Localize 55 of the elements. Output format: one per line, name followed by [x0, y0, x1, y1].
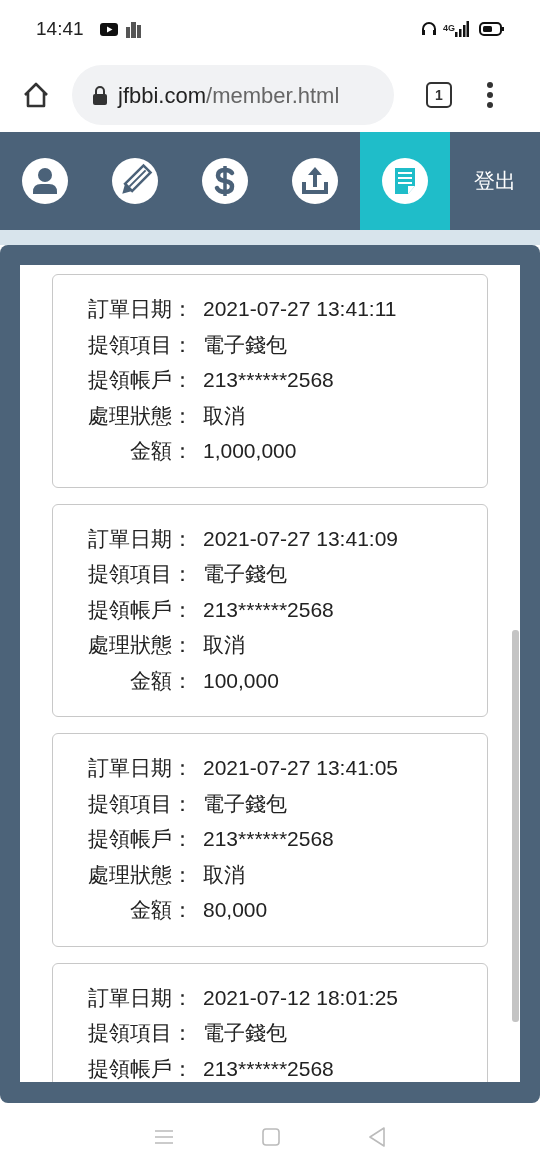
field-value: 電子錢包 [203, 790, 287, 817]
field-label: 金額： [129, 667, 193, 694]
field-value: 2021-07-12 18:01:25 [203, 984, 398, 1011]
buildings-icon [124, 20, 142, 38]
field-label: 處理狀態： [87, 861, 193, 888]
lock-icon [92, 85, 108, 105]
field-label: 處理狀態： [87, 402, 193, 429]
pencil-icon [112, 158, 158, 204]
field-label: 提領帳戶： [87, 367, 193, 393]
field-value: 2021-07-27 13:41:11 [203, 296, 397, 322]
field-value: 取消 [203, 632, 245, 658]
field-label: 提領項目： [87, 1020, 193, 1046]
field-value: 80,000 [203, 897, 268, 923]
logout-link[interactable]: 登出 [450, 132, 540, 230]
headset-icon [421, 21, 437, 37]
field-label: 提領項目： [87, 561, 193, 587]
home-icon[interactable] [22, 81, 50, 109]
field-label: 金額： [129, 438, 193, 464]
upload-icon [292, 158, 338, 204]
more-menu-icon[interactable] [486, 81, 494, 109]
field-value: 電子錢包 [203, 1020, 287, 1046]
field-value: 1,000,000 [203, 438, 297, 464]
field-value: 電子錢包 [203, 561, 287, 587]
field-label: 訂單日期： [87, 755, 193, 781]
status-time: 14:41 [36, 16, 84, 41]
field-value: 2021-07-27 13:41:05 [203, 755, 398, 781]
battery-icon [479, 22, 504, 36]
url-text: jfbbi.com/member.html [118, 81, 340, 110]
field-value: 213******2568 [203, 367, 334, 393]
field-value: 213******2568 [203, 826, 334, 852]
field-value: 213******2568 [203, 1055, 334, 1082]
field-label: 訂單日期： [87, 296, 193, 322]
network-type: 4G [443, 22, 455, 36]
field-label: 提領帳戶： [87, 596, 193, 623]
address-bar[interactable]: jfbbi.com/member.html [72, 65, 394, 125]
field-label: 金額： [129, 897, 193, 923]
field-label: 訂單日期： [87, 525, 193, 552]
signal-icon [455, 21, 469, 37]
field-label: 提領項目： [87, 790, 193, 817]
document-icon [382, 158, 428, 204]
field-value: 電子錢包 [203, 331, 287, 358]
field-label: 處理狀態： [87, 632, 193, 658]
dollar-icon [202, 158, 248, 204]
field-value: 213******2568 [203, 596, 334, 623]
field-value: 取消 [203, 402, 245, 429]
field-label: 訂單日期： [87, 984, 193, 1011]
field-value: 100,000 [203, 667, 279, 694]
video-play-icon [99, 22, 118, 36]
field-label: 提領帳戶： [87, 826, 193, 852]
person-icon [22, 158, 68, 204]
field-value: 2021-07-27 13:41:09 [203, 525, 398, 552]
field-label: 提領帳戶： [87, 1055, 193, 1082]
field-label: 提領項目： [87, 331, 193, 358]
field-value: 取消 [203, 861, 245, 888]
tab-count-button[interactable]: 1 [426, 82, 452, 108]
